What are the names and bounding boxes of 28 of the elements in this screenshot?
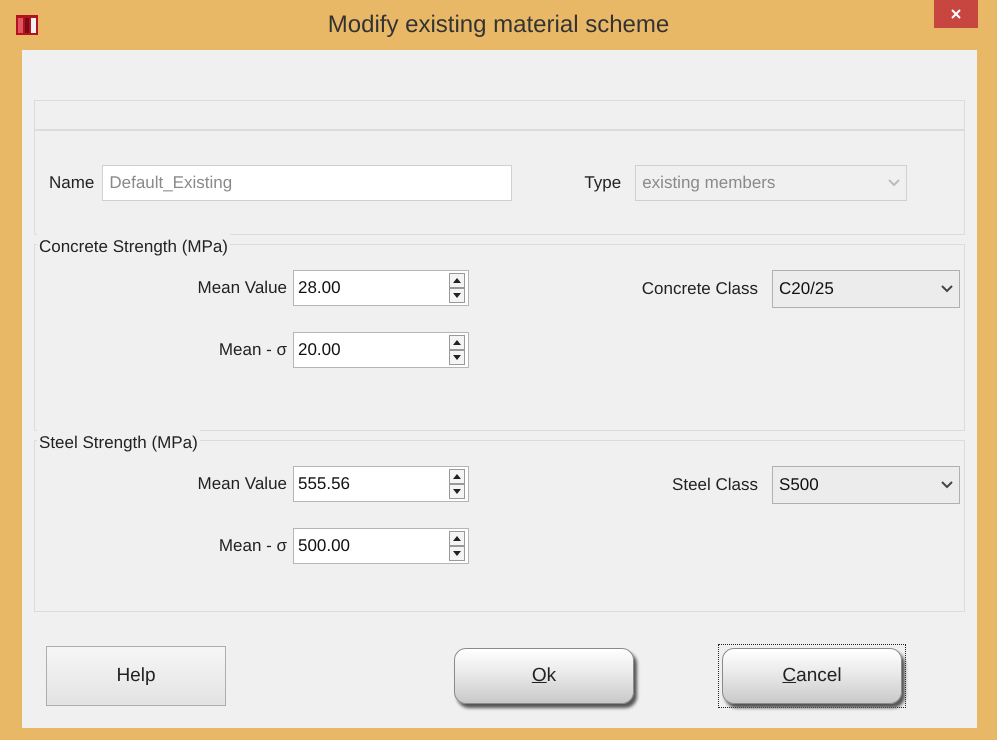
chevron-down-icon xyxy=(941,284,953,292)
chevron-down-icon xyxy=(941,480,953,488)
class-dropdown[interactable]: S500 xyxy=(772,466,960,504)
spin-field[interactable]: 28.00 xyxy=(293,270,469,306)
spin-field[interactable]: 20.00 xyxy=(293,332,469,368)
chevron-down-icon xyxy=(888,178,900,186)
dialog-button[interactable]: Cancel xyxy=(722,648,902,704)
field-label: Mean Value xyxy=(196,472,288,495)
spin-arrows-icon[interactable] xyxy=(449,334,465,364)
dialog-button[interactable]: Ok xyxy=(454,648,634,704)
close-button[interactable] xyxy=(934,0,978,28)
spin-arrows-icon[interactable] xyxy=(449,272,465,302)
window-title: Modify existing material scheme xyxy=(328,10,670,40)
app-icon xyxy=(16,15,38,35)
field-label: Mean Value xyxy=(196,276,288,299)
type-label: Type xyxy=(584,172,622,194)
name-label: Name xyxy=(49,172,94,194)
spin-arrows-icon[interactable] xyxy=(449,468,465,498)
field-label: Mean - σ xyxy=(218,338,288,361)
class-label: Steel Class xyxy=(672,474,758,496)
help-button[interactable]: Help xyxy=(46,646,226,706)
class-label: Concrete Class xyxy=(642,278,758,300)
spin-field[interactable]: 555.56 xyxy=(293,466,469,502)
close-icon xyxy=(951,9,961,19)
spin-field[interactable]: 500.00 xyxy=(293,528,469,564)
field-label: Mean - σ xyxy=(218,534,288,557)
class-dropdown[interactable]: C20/25 xyxy=(772,270,960,308)
spin-arrows-icon[interactable] xyxy=(449,530,465,560)
